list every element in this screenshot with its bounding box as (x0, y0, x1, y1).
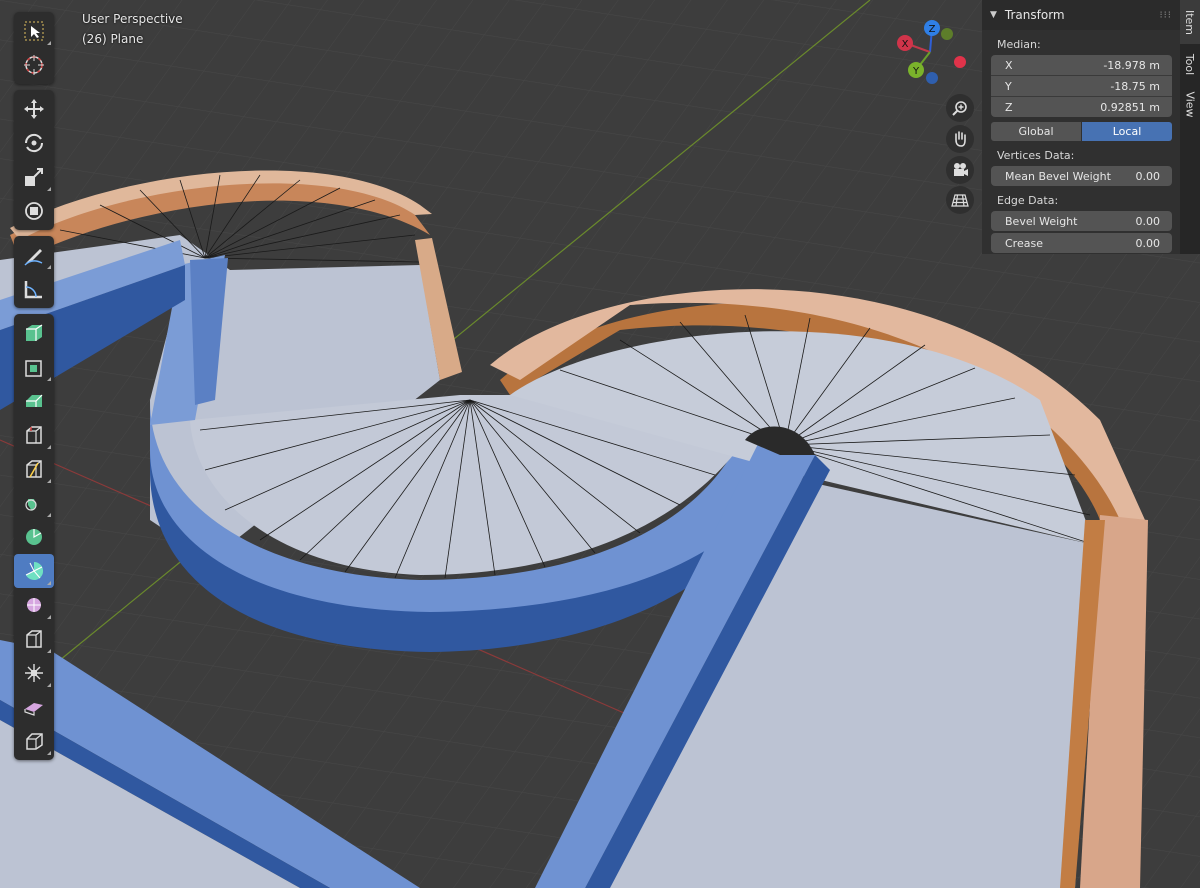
annotate-tool[interactable] (14, 238, 54, 272)
median-y-label: Y (1005, 79, 1012, 93)
inset-faces-tool[interactable] (14, 384, 54, 418)
smooth-icon (27, 598, 41, 612)
global-button[interactable]: Global (991, 122, 1081, 141)
tab-view[interactable]: View (1180, 84, 1200, 124)
poly-build-icon (26, 529, 42, 545)
rotate-tool[interactable] (14, 126, 54, 160)
tool-shelf (14, 12, 54, 766)
tool-group-annotate (14, 236, 54, 308)
crease-value: 0.00 (1135, 236, 1161, 250)
rotate-icon (24, 133, 44, 153)
transform-panel-header[interactable]: ▼ Transform ⁝⁝⁝ (982, 0, 1180, 30)
shear-icon (24, 703, 43, 716)
tool-group-select (14, 12, 54, 84)
tool-group-transform (14, 90, 54, 230)
median-x-value: -18.978 m (1103, 58, 1160, 72)
add-cube-tool[interactable] (14, 316, 54, 350)
median-x-field[interactable]: X -18.978 m (991, 55, 1172, 76)
bevel-weight-field[interactable]: Bevel Weight 0.00 (991, 211, 1172, 231)
median-z-value: 0.92851 m (1100, 100, 1160, 114)
bevel-weight-value: 0.00 (1135, 214, 1161, 228)
panel-title: Transform (1004, 8, 1065, 22)
median-x-label: X (1005, 58, 1013, 72)
mean-bevel-weight-value: 0.00 (1135, 169, 1161, 183)
rip-region-tool[interactable] (14, 724, 54, 758)
transform-tool[interactable] (14, 194, 54, 228)
median-z-field[interactable]: Z 0.92851 m (991, 97, 1172, 117)
tab-tool[interactable]: Tool (1180, 44, 1200, 84)
tab-tool-label: Tool (1183, 53, 1197, 75)
select-box-icon (24, 21, 44, 41)
edge-slide-icon (26, 630, 42, 648)
knife-icon (25, 499, 37, 511)
bevel-weight-label: Bevel Weight (1005, 214, 1078, 228)
loop-cut-icon (26, 460, 42, 478)
inset-faces-icon (26, 394, 43, 407)
median-z-label: Z (1005, 100, 1013, 114)
tab-item-label: Item (1183, 9, 1197, 35)
select-box-tool[interactable] (14, 14, 54, 48)
scale-icon (25, 168, 43, 186)
extrude-region-tool[interactable] (14, 350, 54, 384)
spin-icon (25, 561, 44, 580)
active-object-label: (26) Plane (82, 32, 144, 46)
tab-view-label: View (1183, 90, 1197, 118)
rip-region-icon (26, 733, 43, 750)
sidebar-panel: ▼ Transform ⁝⁝⁝ Median: X -18.978 m Y -1… (982, 0, 1180, 254)
collapse-triangle-icon[interactable]: ▼ (990, 10, 997, 20)
transform-icon (25, 202, 43, 220)
hand-icon (955, 131, 966, 147)
shrink-fatten-icon (25, 664, 43, 682)
measure-icon (24, 281, 42, 299)
drag-grip-icon[interactable]: ⁝⁝⁝ (1159, 10, 1172, 21)
annotate-icon (24, 249, 43, 266)
viewport-mode-label: User Perspective (82, 12, 183, 26)
median-y-value: -18.75 m (1110, 79, 1160, 93)
grid-icon (951, 194, 969, 207)
zoom-button[interactable] (946, 94, 974, 122)
tab-item[interactable]: Item (1180, 0, 1200, 44)
knife-tool[interactable] (14, 486, 54, 520)
measure-tool[interactable] (14, 272, 54, 306)
shear-tool[interactable] (14, 690, 54, 724)
vertices-data-label: Vertices Data: (997, 149, 1075, 162)
poly-build-tool[interactable] (14, 520, 54, 554)
edge-data-label: Edge Data: (997, 194, 1059, 207)
mean-bevel-weight-label: Mean Bevel Weight (1005, 169, 1111, 183)
median-label: Median: (997, 38, 1041, 51)
crease-label: Crease (1005, 236, 1043, 250)
move-tool[interactable] (14, 92, 54, 126)
mean-bevel-weight-field[interactable]: Mean Bevel Weight 0.00 (991, 166, 1172, 186)
edge-slide-tool[interactable] (14, 622, 54, 656)
gizmo-x-label: X (902, 39, 909, 50)
local-button[interactable]: Local (1082, 122, 1172, 141)
gizmo-z-label: Z (929, 24, 936, 35)
tool-group-edit (14, 314, 54, 760)
zoom-icon (952, 101, 967, 116)
perspective-toggle-button[interactable] (946, 186, 974, 214)
bevel-icon (26, 426, 42, 444)
camera-icon (954, 163, 968, 176)
camera-view-button[interactable] (946, 156, 974, 184)
cursor-icon (24, 55, 44, 75)
gizmo-y-label: Y (912, 66, 920, 77)
cursor-tool[interactable] (14, 48, 54, 82)
space-toggle: Global Local (991, 122, 1172, 141)
extrude-region-icon (25, 360, 42, 377)
sidebar-tabs: Item Tool View (1180, 0, 1200, 254)
smooth-tool[interactable] (14, 588, 54, 622)
bevel-tool[interactable] (14, 418, 54, 452)
median-y-field[interactable]: Y -18.75 m (991, 76, 1172, 97)
pan-button[interactable] (946, 125, 974, 153)
shrink-fatten-tool[interactable] (14, 656, 54, 690)
loop-cut-tool[interactable] (14, 452, 54, 486)
scale-tool[interactable] (14, 160, 54, 194)
spin-tool[interactable] (14, 554, 54, 588)
move-icon (24, 99, 44, 119)
add-cube-icon (26, 324, 43, 341)
crease-field[interactable]: Crease 0.00 (991, 233, 1172, 253)
